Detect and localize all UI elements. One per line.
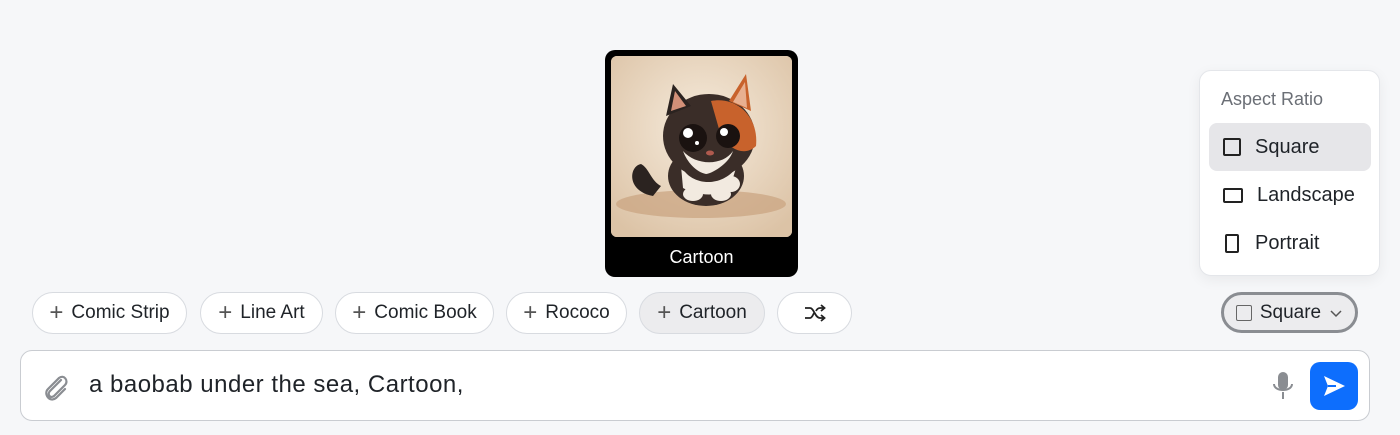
plus-icon: + <box>49 299 64 326</box>
chip-label: Cartoon <box>679 302 747 323</box>
chip-cartoon[interactable]: + Cartoon <box>639 292 765 334</box>
chip-label: Comic Book <box>374 302 477 323</box>
landscape-icon <box>1223 187 1243 203</box>
prompt-input[interactable]: a baobab under the sea, Cartoon, <box>89 371 464 399</box>
aspect-option-label: Square <box>1255 135 1320 158</box>
paperclip-icon[interactable] <box>41 371 71 403</box>
plus-icon: + <box>657 299 672 326</box>
aspect-button-label: Square <box>1259 301 1322 323</box>
prompt-bar: a baobab under the sea, Cartoon, <box>20 350 1370 421</box>
chip-label: Comic Strip <box>71 302 170 323</box>
chip-line-art[interactable]: + Line Art <box>200 292 323 334</box>
chip-comic-strip[interactable]: + Comic Strip <box>32 292 187 334</box>
square-icon <box>1223 138 1241 156</box>
send-icon <box>1324 376 1345 396</box>
shuffle-icon <box>804 304 826 322</box>
style-preview-card: Cartoon <box>605 50 798 277</box>
aspect-option-label: Portrait <box>1255 231 1320 254</box>
chip-rococo[interactable]: + Rococo <box>506 292 627 334</box>
microphone-icon[interactable] <box>1271 370 1295 402</box>
preview-label: Cartoon <box>669 247 734 267</box>
send-button[interactable] <box>1310 362 1358 410</box>
cartoon-kitten-image <box>611 56 792 237</box>
aspect-ratio-heading: Aspect Ratio <box>1221 89 1324 109</box>
aspect-option-label: Landscape <box>1257 183 1355 206</box>
square-icon <box>1235 304 1252 321</box>
chip-label: Rococo <box>545 302 610 323</box>
aspect-option-landscape[interactable]: Landscape <box>1209 171 1371 219</box>
chevron-down-icon <box>1330 309 1342 317</box>
aspect-ratio-menu: Aspect Ratio Square Landscape Portrait <box>1199 70 1380 276</box>
portrait-icon <box>1225 233 1239 253</box>
chip-comic-book[interactable]: + Comic Book <box>335 292 494 334</box>
plus-icon: + <box>523 299 538 326</box>
plus-icon: + <box>352 299 367 326</box>
chip-label: Line Art <box>240 302 305 323</box>
aspect-option-portrait[interactable]: Portrait <box>1209 219 1371 267</box>
plus-icon: + <box>218 299 233 326</box>
shuffle-button[interactable] <box>777 292 852 334</box>
aspect-ratio-button[interactable]: Square <box>1221 292 1358 333</box>
aspect-option-square[interactable]: Square <box>1209 123 1371 171</box>
